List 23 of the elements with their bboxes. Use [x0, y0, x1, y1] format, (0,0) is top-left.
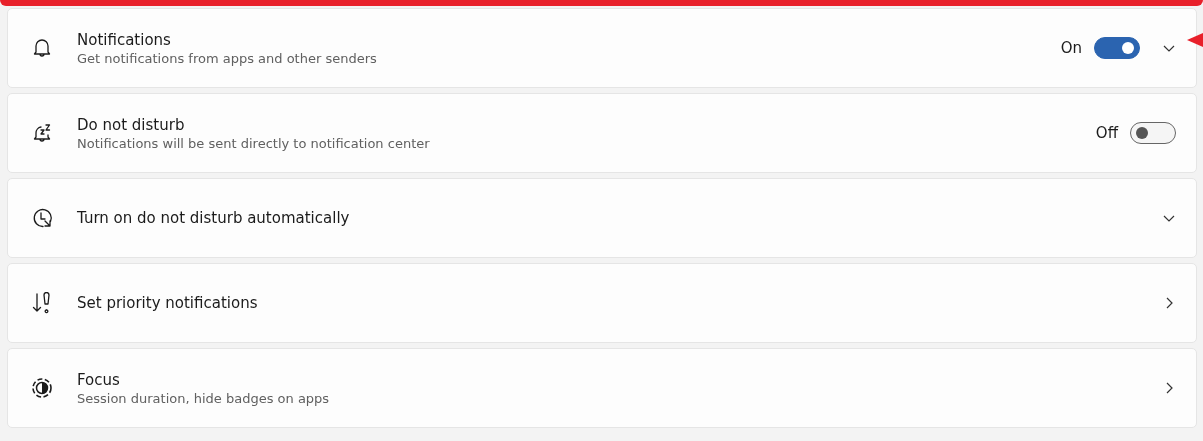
settings-card[interactable]: Turn on do not disturb automatically — [7, 178, 1197, 258]
setting-description: Notifications will be sent directly to notification center — [77, 135, 431, 151]
setting-title: Notifications — [77, 30, 172, 49]
setting-description: Get notifications from apps and other senders — [77, 50, 378, 66]
toggle-state-label: Off — [1095, 124, 1118, 142]
pointer-arrow-icon — [1187, 32, 1203, 48]
settings-card[interactable]: Do not disturb Notifications will be sent directly to notification center Off — [7, 93, 1197, 173]
focus-icon — [31, 377, 53, 399]
setting-description: Session duration, hide badges on apps — [77, 390, 331, 406]
clock-icon — [31, 207, 53, 229]
toggle-state-label: On — [1060, 39, 1082, 57]
priority-arrow-icon — [31, 292, 53, 314]
toggle-switch[interactable] — [1130, 122, 1176, 144]
bell-snooze-icon — [31, 122, 53, 144]
setting-title: Set priority notifications — [77, 294, 259, 312]
setting-title: Focus — [77, 370, 121, 389]
bell-icon — [31, 37, 53, 59]
toggle-switch[interactable] — [1094, 37, 1140, 59]
setting-title: Do not disturb — [77, 115, 186, 134]
settings-card[interactable]: Notifications Get notifications from apps and other senders On — [7, 8, 1197, 88]
settings-card[interactable]: Set priority notifications — [7, 263, 1197, 343]
setting-title: Turn on do not disturb automatically — [77, 209, 351, 227]
settings-card[interactable]: Focus Session duration, hide badges on apps — [7, 348, 1197, 428]
